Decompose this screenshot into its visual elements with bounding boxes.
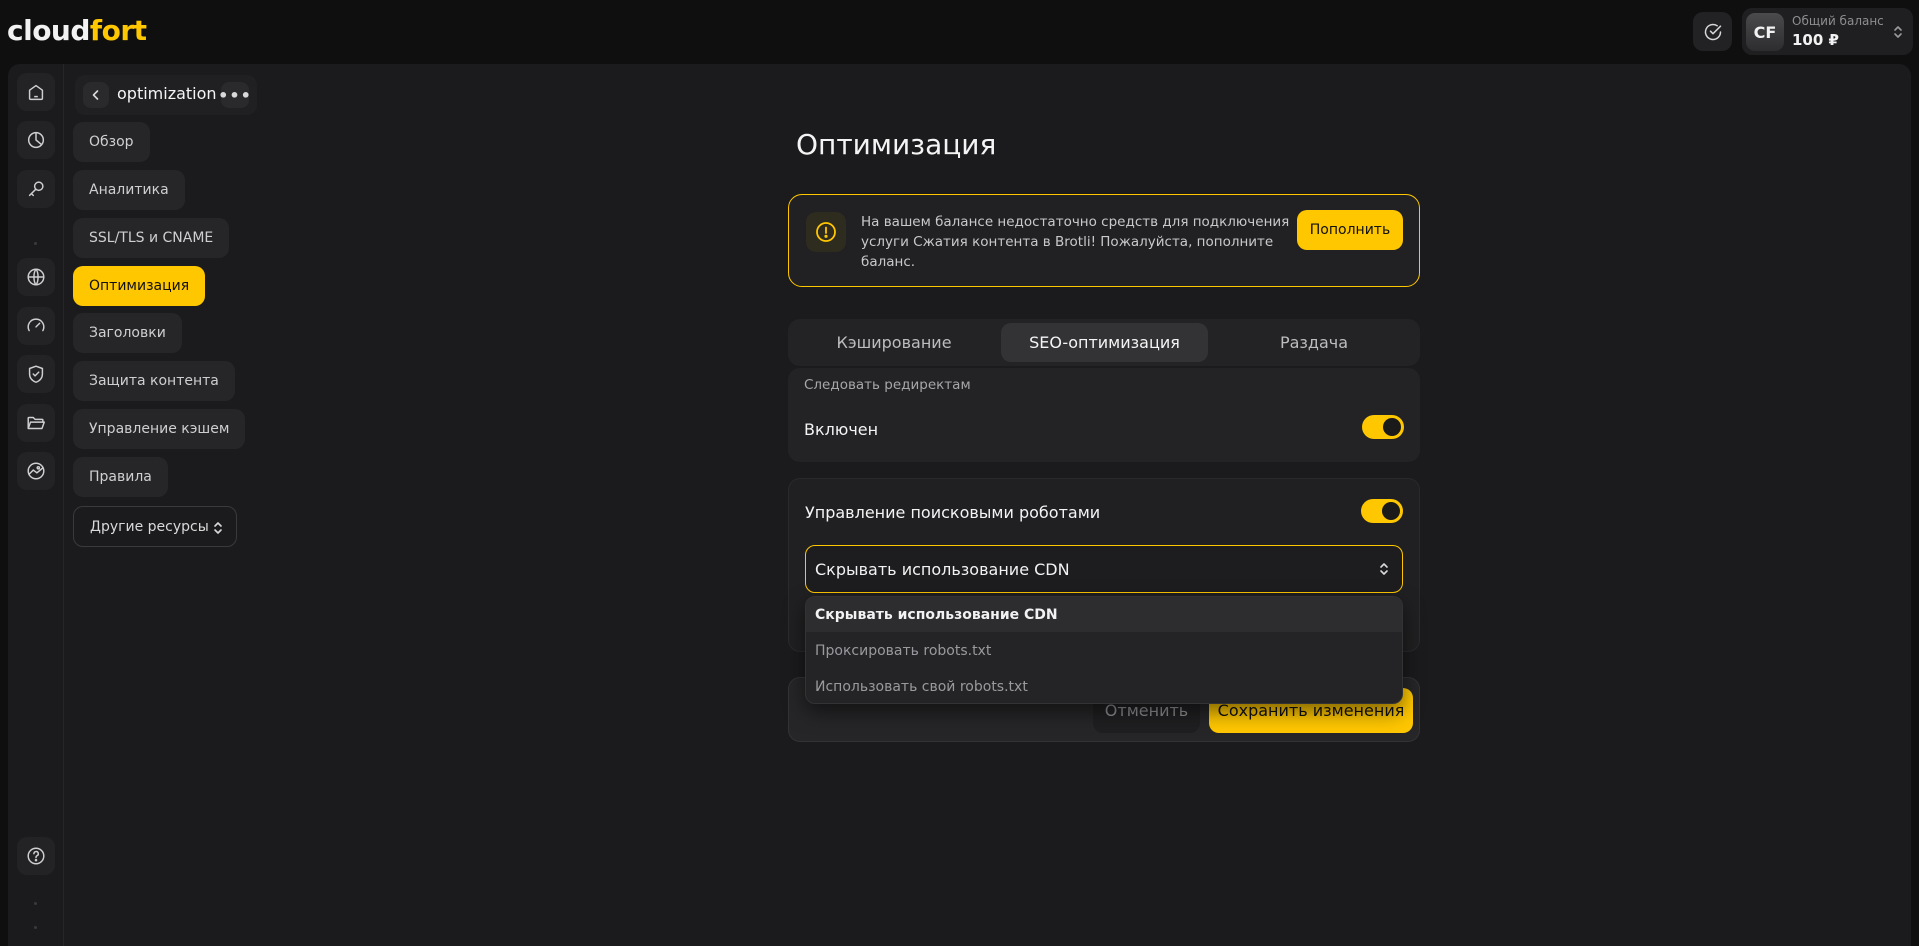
analytics-icon [27, 131, 45, 149]
more-options-button[interactable]: ••• [218, 82, 252, 108]
nav-item-content-protection[interactable]: Защита контента [73, 361, 235, 401]
nav-item-rules[interactable]: Правила [73, 457, 168, 497]
chevron-updown-icon [1380, 563, 1388, 575]
follow-redirects-toggle[interactable] [1362, 415, 1404, 439]
follow-redirects-card: Следовать редиректам Включен [788, 368, 1420, 462]
top-up-button[interactable]: Пополнить [1297, 210, 1403, 250]
search-robots-toggle[interactable] [1361, 499, 1403, 523]
speedometer-icon [27, 318, 45, 332]
balance-widget[interactable]: CF Общий баланс 100 ₽ [1742, 8, 1913, 55]
tab-caching[interactable]: Кэширование [792, 323, 996, 362]
robots-mode-value: Скрывать использование CDN [815, 559, 1070, 579]
dropdown-option-own-robots[interactable]: Использовать свой robots.txt [806, 669, 1402, 703]
more-dots-icon: ••• [218, 85, 252, 105]
tasks-button[interactable] [1693, 12, 1732, 51]
cloudfort-logo[interactable]: cloudfort [7, 14, 147, 47]
nav-item-optimization[interactable]: Оптимизация [73, 266, 206, 306]
chevron-updown-icon [214, 522, 222, 534]
warning-icon [816, 222, 836, 242]
follow-redirects-title: Следовать редиректам [804, 377, 971, 393]
chevron-updown-icon [1894, 26, 1902, 38]
nav-item-overview[interactable]: Обзор [73, 122, 150, 162]
sidebar-performance[interactable] [17, 307, 55, 345]
search-robots-label: Управление поисковыми роботами [805, 503, 1101, 522]
chevron-left-icon [92, 90, 99, 100]
robots-mode-select[interactable]: Скрывать использование CDN [805, 545, 1403, 593]
logo-part-fort: fort [89, 14, 147, 47]
globe-icon [27, 268, 45, 286]
help-icon [27, 847, 45, 865]
insufficient-balance-alert: На вашем балансе недостаточно средств дл… [788, 194, 1420, 287]
warning-icon-box [806, 212, 846, 252]
sidebar-help[interactable] [17, 837, 55, 875]
nav-item-ssl[interactable]: SSL/TLS и CNAME [73, 218, 230, 258]
nav-item-analytics[interactable]: Аналитика [73, 170, 185, 210]
sidebar-home[interactable] [17, 73, 55, 111]
avatar: CF [1746, 13, 1784, 51]
dropdown-option-hide-cdn[interactable]: Скрывать использование CDN [806, 597, 1402, 632]
other-resources-label: Другие ресурсы [90, 518, 209, 535]
resource-breadcrumb: optimization ••• [75, 75, 257, 115]
nav-item-cache-management[interactable]: Управление кэшем [73, 409, 246, 449]
toggle-knob [1382, 502, 1400, 520]
robots-mode-dropdown: Скрывать использование CDN Проксировать … [805, 596, 1403, 704]
image-icon [27, 462, 45, 480]
optimization-tabs: Кэширование SEO-оптимизация Раздача [788, 319, 1420, 366]
back-button[interactable] [83, 82, 109, 108]
tab-seo[interactable]: SEO-оптимизация [1001, 323, 1208, 362]
tab-delivery[interactable]: Раздача [1212, 323, 1416, 362]
balance-label: Общий баланс [1792, 14, 1884, 28]
home-icon [28, 84, 44, 101]
logo-part-cloud: cloud [7, 14, 90, 47]
page-title: Оптимизация [796, 128, 997, 161]
sidebar-media[interactable] [17, 452, 55, 490]
shield-icon [28, 365, 44, 383]
toggle-knob [1383, 418, 1401, 436]
separator-dot [34, 926, 37, 929]
separator-dot [34, 902, 37, 905]
sidebar-storage[interactable] [17, 404, 55, 442]
alert-message: На вашем балансе недостаточно средств дл… [861, 214, 1290, 270]
balance-value: 100 ₽ [1792, 31, 1839, 49]
check-circle-icon [1704, 23, 1721, 40]
top-header: cloudfort CF Общий баланс 100 ₽ [0, 0, 1919, 63]
sidebar-security[interactable] [17, 355, 55, 393]
resource-name: optimization [117, 84, 217, 103]
icon-sidebar [8, 64, 64, 946]
sidebar-domains[interactable] [17, 258, 55, 296]
separator-dot [34, 242, 37, 245]
follow-redirects-status: Включен [804, 420, 879, 439]
other-resources-select[interactable]: Другие ресурсы [73, 506, 237, 547]
dropdown-option-proxy-robots[interactable]: Проксировать robots.txt [806, 633, 1402, 668]
key-icon [28, 181, 44, 197]
sidebar-keys[interactable] [17, 170, 55, 208]
sidebar-analytics[interactable] [17, 121, 55, 159]
nav-item-headers[interactable]: Заголовки [73, 313, 182, 353]
folder-icon [27, 416, 45, 430]
